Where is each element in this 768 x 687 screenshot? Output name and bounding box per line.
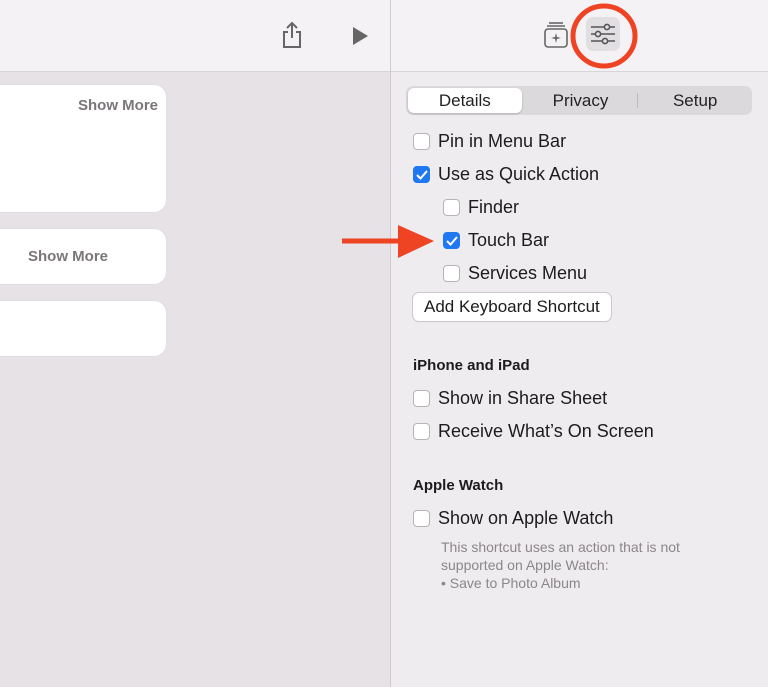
show-on-watch-label: Show on Apple Watch — [438, 508, 614, 528]
show-more-link[interactable]: Show More — [28, 248, 108, 265]
show-on-watch-checkbox[interactable] — [413, 510, 430, 527]
finder-option[interactable]: Finder — [443, 197, 519, 218]
note-line: • Save to Photo Album — [441, 575, 581, 591]
play-icon[interactable] — [349, 25, 371, 47]
finder-checkbox[interactable] — [443, 199, 460, 216]
show-more-link[interactable]: Show More — [78, 97, 158, 114]
annotation-arrow-icon — [342, 225, 434, 258]
pin-menu-bar-checkbox[interactable] — [413, 133, 430, 150]
highlight-circle-icon — [570, 3, 638, 69]
share-sheet-checkbox[interactable] — [413, 390, 430, 407]
services-menu-option[interactable]: Services Menu — [443, 263, 587, 284]
pin-menu-bar-option[interactable]: Pin in Menu Bar — [413, 131, 566, 152]
share-icon[interactable] — [279, 21, 305, 49]
pin-menu-bar-label: Pin in Menu Bar — [438, 131, 567, 151]
add-keyboard-shortcut-button[interactable]: Add Keyboard Shortcut — [413, 293, 611, 321]
share-sheet-label: Show in Share Sheet — [438, 388, 608, 408]
apple-watch-section-title: Apple Watch — [413, 477, 504, 494]
whats-on-screen-option[interactable]: Receive What’s On Screen — [413, 421, 654, 442]
share-sheet-option[interactable]: Show in Share Sheet — [413, 388, 607, 409]
details-inspector: Details Privacy Setup Pin in Menu Bar Us… — [391, 0, 768, 687]
shortcut-editor-pane: Show More Show More — [0, 0, 390, 687]
tab-setup[interactable]: Setup — [638, 86, 752, 115]
show-on-watch-option[interactable]: Show on Apple Watch — [413, 508, 613, 529]
add-to-library-icon[interactable] — [542, 20, 570, 50]
touch-bar-label: Touch Bar — [468, 230, 550, 250]
quick-action-label: Use as Quick Action — [438, 164, 600, 184]
quick-action-checkbox[interactable] — [413, 166, 430, 183]
tab-details[interactable]: Details — [408, 88, 522, 113]
quick-action-option[interactable]: Use as Quick Action — [413, 164, 599, 185]
editor-toolbar — [0, 0, 390, 72]
inspector-toolbar — [391, 0, 768, 72]
tab-privacy[interactable]: Privacy — [524, 86, 638, 115]
whats-on-screen-checkbox[interactable] — [413, 423, 430, 440]
touch-bar-checkbox[interactable] — [443, 232, 460, 249]
finder-label: Finder — [468, 197, 520, 217]
whats-on-screen-label: Receive What’s On Screen — [438, 421, 654, 441]
inspector-tabs: Details Privacy Setup — [406, 86, 752, 115]
note-line: supported on Apple Watch: — [441, 557, 609, 573]
note-line: This shortcut uses an action that is not — [441, 539, 680, 555]
services-menu-checkbox[interactable] — [443, 265, 460, 282]
action-card[interactable] — [0, 301, 166, 356]
touch-bar-option[interactable]: Touch Bar — [443, 230, 549, 251]
services-menu-label: Services Menu — [468, 263, 588, 283]
watch-compatibility-note: This shortcut uses an action that is not… — [441, 538, 731, 592]
action-card[interactable]: Show More — [0, 85, 166, 212]
iphone-ipad-section-title: iPhone and iPad — [413, 357, 530, 374]
action-card[interactable]: Show More — [0, 229, 166, 284]
